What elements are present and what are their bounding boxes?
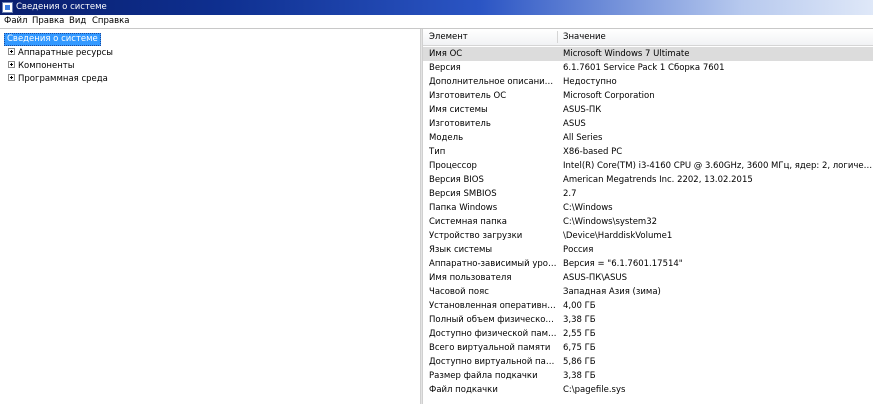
menu-help[interactable]: Справка <box>92 15 129 28</box>
column-header-value[interactable]: Значение <box>557 29 606 45</box>
row-item-name: Установленная оперативная п... <box>429 301 557 311</box>
tree-item-label: Аппаратные ресурсы <box>18 48 114 58</box>
table-row[interactable]: Размер файла подкачки 3,38 ГБ <box>423 369 873 383</box>
menu-bar: Файл Правка Вид Справка <box>0 15 873 29</box>
table-row[interactable]: Имя системы ASUS-ПК <box>423 103 873 117</box>
list-header: Элемент Значение <box>423 29 873 46</box>
row-item-value: American Megatrends Inc. 2202, 13.02.201… <box>563 175 753 185</box>
row-item-name: Размер файла подкачки <box>429 371 538 381</box>
row-item-value: ASUS-ПК\ASUS <box>563 273 628 283</box>
row-item-value: ASUS-ПК <box>563 105 602 115</box>
row-item-name: Файл подкачки <box>429 385 498 395</box>
row-item-name: Тип <box>429 147 446 157</box>
table-row[interactable]: Файл подкачки C:\pagefile.sys <box>423 383 873 397</box>
table-row[interactable]: Версия 6.1.7601 Service Pack 1 Сборка 760… <box>423 61 873 75</box>
row-item-name: Изготовитель ОС <box>429 91 507 101</box>
tree-item-software-environment[interactable]: Программная среда <box>8 73 108 85</box>
tree-item-label: Компоненты <box>18 61 75 71</box>
row-item-value: Intel(R) Core(TM) i3-4160 CPU @ 3.60GHz,… <box>563 161 873 171</box>
row-item-value: Недоступно <box>563 77 617 87</box>
row-item-value: 6,75 ГБ <box>563 343 596 353</box>
row-item-value: Версия = "6.1.7601.17514" <box>563 259 683 269</box>
row-item-name: Дополнительное описание ОС <box>429 77 557 87</box>
row-item-name: Устройство загрузки <box>429 231 523 241</box>
table-row[interactable]: Изготовитель ОС Microsoft Corporation <box>423 89 873 103</box>
row-item-name: Изготовитель <box>429 119 491 129</box>
table-row[interactable]: Имя пользователя ASUS-ПК\ASUS <box>423 271 873 285</box>
table-row[interactable]: Изготовитель ASUS <box>423 117 873 131</box>
table-row[interactable]: Имя ОС Microsoft Windows 7 Ultimate <box>423 47 873 61</box>
table-row[interactable]: Доступно виртуальной памяти 5,86 ГБ <box>423 355 873 369</box>
row-item-value: 2.7 <box>563 189 577 199</box>
row-item-value: Западная Азия (зима) <box>563 287 661 297</box>
table-row[interactable]: Системная папка C:\Windows\system32 <box>423 215 873 229</box>
row-item-value: ASUS <box>563 119 586 129</box>
details-list: Элемент Значение Имя ОС Microsoft Windows… <box>423 29 873 404</box>
table-row[interactable]: Аппаратно-зависимый уровен... Версия = "6… <box>423 257 873 271</box>
category-tree: Сведения о системе Аппаратные ресурсы Ко… <box>0 29 420 404</box>
table-row[interactable]: Устройство загрузки \Device\HarddiskVolum… <box>423 229 873 243</box>
row-item-value: 6.1.7601 Service Pack 1 Сборка 7601 <box>563 63 725 73</box>
table-row[interactable]: Процессор Intel(R) Core(TM) i3-4160 CPU @… <box>423 159 873 173</box>
table-row[interactable]: Папка Windows C:\Windows <box>423 201 873 215</box>
row-item-value: C:\Windows <box>563 203 613 213</box>
row-item-value: 5,86 ГБ <box>563 357 596 367</box>
tree-item-label: Программная среда <box>18 74 108 84</box>
expand-plus-icon[interactable] <box>8 74 15 81</box>
row-item-name: Модель <box>429 133 464 143</box>
row-item-name: Доступно виртуальной памяти <box>429 357 557 367</box>
row-item-name: Процессор <box>429 161 477 171</box>
table-row[interactable]: Версия BIOS American Megatrends Inc. 2202… <box>423 173 873 187</box>
row-item-name: Всего виртуальной памяти <box>429 343 551 353</box>
window-title: Сведения о системе <box>16 2 107 12</box>
menu-file[interactable]: Файл <box>4 15 27 28</box>
row-item-value: 3,38 ГБ <box>563 315 596 325</box>
menu-edit[interactable]: Правка <box>32 15 64 28</box>
row-item-value: 2,55 ГБ <box>563 329 596 339</box>
table-row[interactable]: Всего виртуальной памяти 6,75 ГБ <box>423 341 873 355</box>
row-item-value: All Series <box>563 133 603 143</box>
row-item-name: Версия SMBIOS <box>429 189 497 199</box>
row-item-value: Россия <box>563 245 594 255</box>
row-item-value: Microsoft Windows 7 Ultimate <box>563 49 690 59</box>
table-row[interactable]: Установленная оперативная п... 4,00 ГБ <box>423 299 873 313</box>
row-item-name: Язык системы <box>429 245 493 255</box>
row-item-name: Версия BIOS <box>429 175 484 185</box>
row-item-name: Версия <box>429 63 461 73</box>
title-bar[interactable]: Сведения о системе <box>0 0 873 15</box>
tree-item-system-summary[interactable]: Сведения о системе <box>4 33 101 46</box>
row-item-name: Имя ОС <box>429 49 463 59</box>
table-row[interactable]: Версия SMBIOS 2.7 <box>423 187 873 201</box>
table-row[interactable]: Модель All Series <box>423 131 873 145</box>
row-item-name: Доступно физической памяти <box>429 329 557 339</box>
row-item-name: Имя пользователя <box>429 273 512 283</box>
row-item-name: Папка Windows <box>429 203 498 213</box>
table-row[interactable]: Доступно физической памяти 2,55 ГБ <box>423 327 873 341</box>
row-item-value: Microsoft Corporation <box>563 91 655 101</box>
tree-item-components[interactable]: Компоненты <box>8 60 74 72</box>
expand-plus-icon[interactable] <box>8 61 15 68</box>
row-item-value: C:\Windows\system32 <box>563 217 658 227</box>
table-row[interactable]: Часовой пояс Западная Азия (зима) <box>423 285 873 299</box>
row-item-name: Аппаратно-зависимый уровен... <box>429 259 557 269</box>
table-row[interactable]: Язык системы Россия <box>423 243 873 257</box>
expand-plus-icon[interactable] <box>8 48 15 55</box>
row-item-value: 3,38 ГБ <box>563 371 596 381</box>
row-item-value: 4,00 ГБ <box>563 301 596 311</box>
table-row[interactable]: Тип X86-based PC <box>423 145 873 159</box>
tree-item-hardware-resources[interactable]: Аппаратные ресурсы <box>8 47 113 59</box>
row-item-name: Системная папка <box>429 217 507 227</box>
table-row[interactable]: Дополнительное описание ОС Недоступно <box>423 75 873 89</box>
menu-view[interactable]: Вид <box>69 15 86 28</box>
row-item-name: Имя системы <box>429 105 488 115</box>
system-info-app-icon <box>2 2 13 13</box>
table-row[interactable]: Полный объем физической па... 3,38 ГБ <box>423 313 873 327</box>
column-header-item[interactable]: Элемент <box>423 29 468 45</box>
row-item-value: \Device\HarddiskVolume1 <box>563 231 673 241</box>
row-item-value: X86-based PC <box>563 147 623 157</box>
row-item-name: Часовой пояс <box>429 287 489 297</box>
row-item-name: Полный объем физической па... <box>429 315 557 325</box>
row-item-value: C:\pagefile.sys <box>563 385 626 395</box>
